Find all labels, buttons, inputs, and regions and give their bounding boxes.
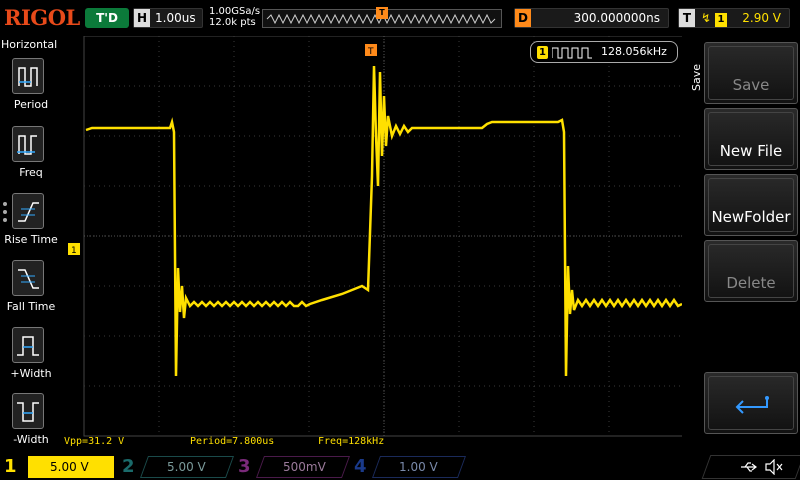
rise-time-icon: [12, 193, 44, 229]
freq-measurement: Freq=128kHz: [318, 436, 385, 447]
channel-3-scale: 500mV: [283, 460, 326, 474]
vpp-measurement: Vpp=31.2 V: [64, 436, 125, 447]
run-status-badge[interactable]: T'D: [85, 8, 129, 28]
measure-freq-button[interactable]: Freq: [0, 126, 62, 190]
svg-text:1: 1: [71, 246, 77, 256]
measure-period-label: Period: [13, 98, 49, 111]
delay-key: D: [515, 9, 531, 27]
period-icon: [12, 58, 44, 94]
graticule: 1 T: [68, 36, 682, 437]
frequency-counter[interactable]: 1 128.056kHz: [530, 41, 678, 63]
softkey-menu: Save Save New File NewFolder Delete: [686, 36, 800, 454]
channel-4-tab[interactable]: 4 1.00 V: [348, 455, 467, 479]
channel-3-number: 3: [238, 456, 251, 477]
new-file-button-label: New File: [719, 142, 783, 160]
timebase-indicator[interactable]: H 1.00us: [133, 8, 203, 28]
waveform-display[interactable]: 1 T: [62, 36, 682, 438]
measure-pos-width-button[interactable]: +Width: [0, 327, 62, 391]
measure-panel: Horizontal Period Freq Rise Time Fall Ti…: [0, 36, 62, 454]
measure-neg-width-label: -Width: [13, 433, 49, 446]
measure-rise-time-label: Rise Time: [4, 233, 58, 246]
trigger-level: 2.90 V: [742, 11, 781, 25]
delete-button[interactable]: Delete: [704, 240, 798, 302]
channel-3-tab[interactable]: 3 500mV: [232, 455, 351, 479]
channel-1-number: 1: [4, 456, 17, 477]
pos-width-icon: [12, 327, 44, 363]
usb-icon: [741, 462, 757, 472]
measurement-results: Vpp=31.2 V Period=7.800us Freq=128kHz: [64, 436, 684, 450]
freq-icon: [12, 126, 44, 162]
memory-depth: 12.0k pts: [209, 17, 256, 28]
new-folder-button[interactable]: NewFolder: [704, 174, 798, 236]
save-button-label: Save: [732, 76, 770, 94]
ch1-offset-marker: 1: [68, 243, 80, 256]
memory-overview-bar: T: [262, 7, 502, 28]
channel-1-scale: 5.00 V: [50, 460, 89, 474]
channel-2-number: 2: [122, 456, 135, 477]
delay-indicator[interactable]: D 300.000000ns: [514, 8, 669, 28]
measure-neg-width-button[interactable]: -Width: [0, 393, 62, 457]
new-file-button[interactable]: New File: [704, 108, 798, 170]
return-icon: [705, 395, 797, 421]
measure-rise-time-button[interactable]: Rise Time: [0, 193, 62, 257]
trigger-time-marker: T: [365, 44, 377, 57]
return-button[interactable]: [704, 372, 798, 434]
channel-bar: 1 5.00 V 2 5.00 V 3 500mV 4 1.00 V: [0, 454, 800, 480]
fall-time-icon: [12, 260, 44, 296]
measure-period-button[interactable]: Period: [0, 58, 62, 122]
svg-text:T: T: [367, 47, 374, 57]
measure-fall-time-button[interactable]: Fall Time: [0, 260, 62, 324]
measure-freq-label: Freq: [19, 166, 43, 179]
trigger-key: T: [679, 9, 695, 27]
channel-2-tab[interactable]: 2 5.00 V: [116, 455, 235, 479]
channel-4-scale: 1.00 V: [399, 460, 438, 474]
period-measurement: Period=7.800us: [190, 436, 275, 447]
timebase-value: 1.00us: [155, 11, 196, 25]
rising-edge-icon: ↯: [700, 11, 712, 25]
brand-logo: RIGOL: [4, 5, 80, 30]
sample-rate: 1.00GSa/s: [209, 6, 261, 17]
measure-category-title: Horizontal: [1, 38, 58, 51]
new-folder-button-label: NewFolder: [711, 208, 791, 226]
counter-value: 128.056kHz: [601, 45, 667, 58]
counter-channel-badge: 1: [537, 46, 548, 59]
channel-1-tab[interactable]: 1 5.00 V: [0, 455, 118, 479]
menu-title: Save: [690, 64, 703, 92]
trigger-source-badge: 1: [715, 13, 727, 27]
top-status-bar: RIGOL T'D H 1.00us 1.00GSa/s 12.0k pts T …: [0, 0, 800, 36]
save-button[interactable]: Save: [704, 42, 798, 104]
delete-button-label: Delete: [726, 274, 776, 292]
measure-fall-time-label: Fall Time: [6, 300, 56, 313]
pulse-train-icon: [552, 47, 592, 59]
mute-speaker-icon[interactable]: [764, 459, 784, 475]
neg-width-icon: [12, 393, 44, 429]
channel-2-scale: 5.00 V: [167, 460, 206, 474]
delay-value: 300.000000ns: [573, 11, 660, 25]
channel-4-number: 4: [354, 456, 367, 477]
horizontal-key: H: [134, 9, 150, 27]
trigger-indicator[interactable]: T ↯ 1 2.90 V: [678, 8, 790, 28]
trigger-position-marker: T: [376, 7, 388, 19]
acquisition-info: 1.00GSa/s 12.0k pts: [209, 6, 260, 28]
measure-pos-width-label: +Width: [10, 367, 52, 380]
